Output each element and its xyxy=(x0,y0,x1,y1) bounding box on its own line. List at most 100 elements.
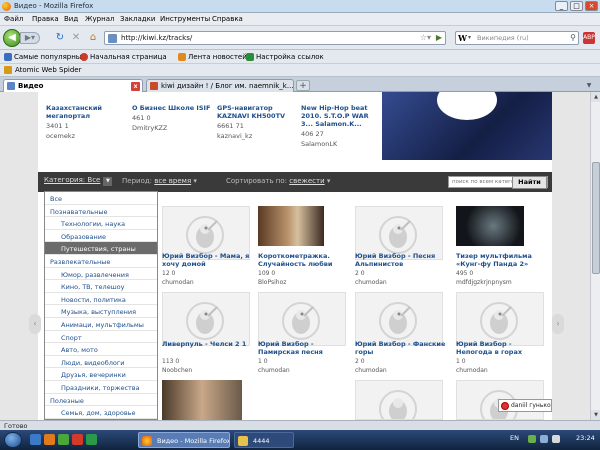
category-filter[interactable]: Категория: Все ▼ xyxy=(44,176,113,186)
video-user[interactable]: mdfdjgzkrjnpnysm xyxy=(456,279,512,286)
video-thumbnail[interactable] xyxy=(258,206,324,246)
category-option[interactable]: Праздники, торжества xyxy=(45,381,157,394)
video-thumbnail[interactable] xyxy=(162,292,250,346)
back-button[interactable]: ◀ xyxy=(3,29,21,47)
bookmark-star-icon[interactable]: ☆▾ xyxy=(420,33,431,42)
video-thumbnail[interactable] xyxy=(355,380,443,420)
video-title[interactable]: Юрий Визбор - Мама, я хочу домой xyxy=(162,252,254,268)
chevron-down-icon[interactable]: ▼ xyxy=(103,177,113,186)
start-button[interactable] xyxy=(4,432,22,448)
sort-filter[interactable]: Сортировать по: свежести ▾ xyxy=(226,177,330,185)
home-icon[interactable]: ⌂ xyxy=(87,32,99,44)
quicklaunch-icon[interactable] xyxy=(72,434,83,445)
language-indicator[interactable]: EN xyxy=(510,434,519,442)
bookmark-news-feed[interactable]: Лента новостей xyxy=(178,53,247,61)
menu-view[interactable]: Вид xyxy=(64,15,78,23)
video-user[interactable]: BloPsihoz xyxy=(258,279,286,286)
taskbar-task-folder[interactable]: 4444 xyxy=(234,432,294,448)
scroll-up-icon[interactable]: ▲ xyxy=(591,92,600,102)
video-user[interactable]: chumodan xyxy=(456,367,488,374)
taskbar-task-firefox[interactable]: Видео - Mozilla Firefox xyxy=(138,432,230,448)
video-thumbnail[interactable] xyxy=(456,206,524,246)
category-option[interactable]: Юмор, развлечения xyxy=(45,268,157,281)
category-option[interactable]: Музыка, выступления xyxy=(45,305,157,318)
video-title[interactable]: Ливерпуль - Челси 2 1 xyxy=(162,340,254,348)
video-user[interactable]: chumodan xyxy=(162,279,194,286)
video-title[interactable]: Тизер мультфильма «Кунг-фу Панда 2» xyxy=(456,252,548,268)
search-icon[interactable]: ⚲ xyxy=(570,33,576,42)
menu-history[interactable]: Журнал xyxy=(85,15,114,23)
video-thumbnail[interactable] xyxy=(355,292,443,346)
tab-list-button[interactable]: ▼ xyxy=(583,80,595,91)
category-option[interactable]: Люди, видеоблоги xyxy=(45,356,157,369)
show-desktop-icon[interactable] xyxy=(30,434,41,445)
menu-bookmarks[interactable]: Закладки xyxy=(120,15,155,23)
video-title[interactable]: Юрий Визбор - Непогода в горах xyxy=(456,340,548,356)
video-title[interactable]: Короткометражка. Случайность любви xyxy=(258,252,350,268)
video-user[interactable]: kaznavi_kz xyxy=(217,132,297,140)
category-option[interactable]: Все xyxy=(45,192,157,205)
tab-video[interactable]: Видео x xyxy=(3,79,143,92)
category-option[interactable]: Технологии, наука xyxy=(45,217,157,230)
video-title[interactable]: Юрий Визбор - Фанские горы xyxy=(355,340,447,356)
close-tab-icon[interactable]: x xyxy=(131,82,140,91)
top-video-card[interactable]: New Hip-Hop beat 2010. S.T.O.P WAR 3... … xyxy=(301,104,381,148)
video-user[interactable]: Noobchen xyxy=(162,367,192,374)
quicklaunch-icon[interactable] xyxy=(86,434,97,445)
quicklaunch-icon[interactable] xyxy=(58,434,69,445)
top-video-card[interactable]: О Бизнес Школе ISIF 461 0 DmitryKZZ xyxy=(132,104,212,132)
top-video-card[interactable]: Казахстанский мегапортал 3401 1 ocemekz xyxy=(46,104,126,140)
video-title[interactable]: Юрий Визбор - Песня Альпинистов xyxy=(355,252,447,268)
bookmark-atomic-web-spider[interactable]: Atomic Web Spider xyxy=(4,66,81,74)
menu-help[interactable]: Справка xyxy=(212,15,243,23)
sort-value[interactable]: свежести xyxy=(289,177,324,185)
bookmark-start-page[interactable]: Начальная страница xyxy=(80,53,167,61)
tray-icon[interactable] xyxy=(528,435,536,443)
tray-icon[interactable] xyxy=(540,435,548,443)
bookmark-link-settings[interactable]: Настройка ссылок xyxy=(246,53,324,61)
video-thumbnail[interactable] xyxy=(162,380,242,420)
category-option[interactable]: Кино, ТВ, телешоу xyxy=(45,280,157,293)
video-user[interactable]: chumodan xyxy=(355,367,387,374)
category-option[interactable]: Друзья, вечеринки xyxy=(45,368,157,381)
adblock-icon[interactable]: ABP xyxy=(583,32,595,44)
period-filter[interactable]: Период: все время ▾ xyxy=(122,177,197,185)
menu-edit[interactable]: Правка xyxy=(32,15,59,23)
bookmark-most-visited[interactable]: Самые популярные xyxy=(4,53,86,61)
category-option[interactable]: Развлекательные xyxy=(45,255,157,268)
category-option[interactable]: Спорт xyxy=(45,331,157,344)
new-tab-button[interactable]: + xyxy=(296,80,310,91)
search-bar[interactable]: W ▾ Википедия (ru) ⚲ xyxy=(455,31,579,45)
user-notification[interactable]: daniil гунько xyxy=(498,399,552,412)
video-thumbnail[interactable] xyxy=(258,292,346,346)
video-title[interactable]: О Бизнес Школе ISIF xyxy=(132,104,212,112)
video-title[interactable]: Казахстанский мегапортал xyxy=(46,104,126,120)
video-thumbnail[interactable] xyxy=(456,292,544,346)
promo-banner-image[interactable] xyxy=(382,92,552,160)
minimize-button[interactable]: _ xyxy=(555,1,568,11)
go-arrow-icon[interactable]: ▶ xyxy=(436,33,442,42)
video-title[interactable]: GPS-навигатор KAZNAVI KH500TV xyxy=(217,104,297,120)
period-value[interactable]: все время xyxy=(154,177,191,185)
video-title[interactable]: New Hip-Hop beat 2010. S.T.O.P WAR 3... … xyxy=(301,104,381,128)
wikipedia-icon[interactable]: W xyxy=(458,33,467,43)
category-option[interactable]: Образование xyxy=(45,230,157,243)
forward-button[interactable]: ▶▾ xyxy=(20,32,40,44)
category-option[interactable]: Полезные xyxy=(45,394,157,407)
top-video-card[interactable]: GPS-навигатор KAZNAVI KH500TV 6661 71 ka… xyxy=(217,104,297,140)
video-user[interactable]: ocemekz xyxy=(46,132,126,140)
close-window-button[interactable]: × xyxy=(585,1,598,11)
find-button[interactable]: Найти xyxy=(512,176,547,189)
video-user[interactable]: SalamonLK xyxy=(301,140,381,148)
category-option[interactable]: Познавательные xyxy=(45,205,157,218)
url-bar[interactable]: http://kiwi.kz/tracks/ ☆▾ ▶ xyxy=(104,31,446,45)
firefox-quicklaunch-icon[interactable] xyxy=(44,434,55,445)
stop-icon[interactable]: ✕ xyxy=(70,32,82,44)
reload-icon[interactable]: ↻ xyxy=(54,32,66,44)
maximize-button[interactable]: □ xyxy=(570,1,583,11)
video-user[interactable]: chumodan xyxy=(258,367,290,374)
video-title[interactable]: Юрий Визбор - Памирская песня xyxy=(258,340,350,356)
volume-icon[interactable] xyxy=(552,435,560,443)
scroll-down-icon[interactable]: ▼ xyxy=(591,410,600,420)
category-option[interactable]: Авто, мото xyxy=(45,343,157,356)
